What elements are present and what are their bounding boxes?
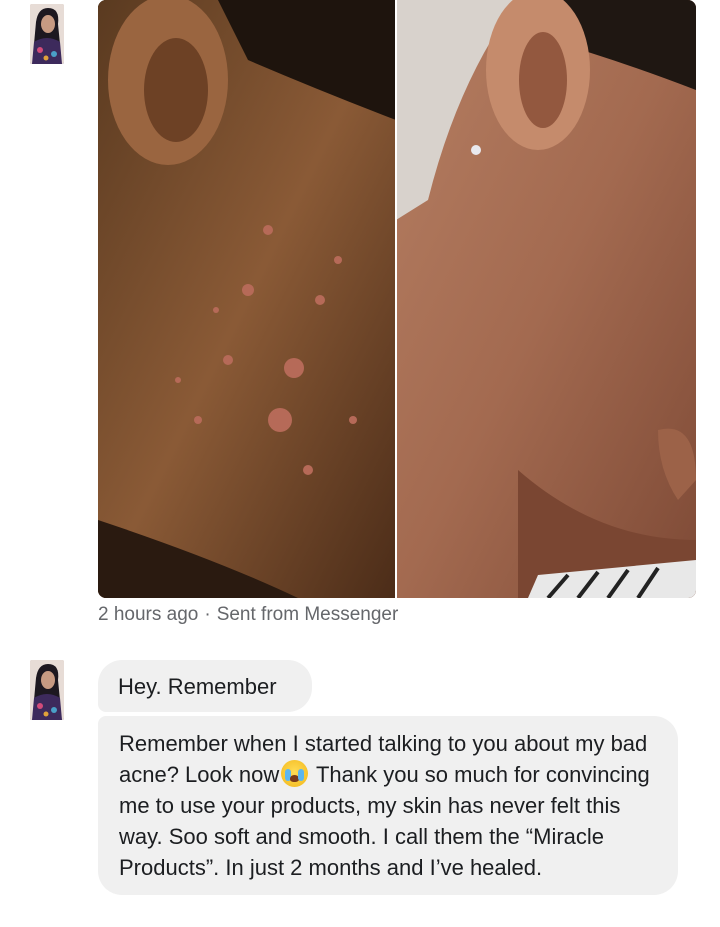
before-after-photo[interactable] (98, 0, 696, 598)
avatar-photo-icon (30, 4, 64, 64)
message-source: Sent from Messenger (216, 604, 399, 625)
message-bubble[interactable]: Remember when I started talking to you a… (98, 716, 678, 895)
message-text: Hey. Remember (118, 674, 277, 699)
message-bubble[interactable]: Hey. Remember (98, 660, 312, 712)
sender-avatar[interactable] (30, 4, 64, 64)
crying-face-icon (281, 760, 309, 787)
before-after-image (98, 0, 696, 598)
timestamp[interactable]: 2 hours ago (98, 604, 198, 626)
message-meta: 2 hours ago · Sent from Messenger (98, 604, 398, 626)
meta-separator: · (204, 604, 211, 625)
avatar-photo-icon (30, 660, 64, 720)
sender-avatar[interactable] (30, 660, 64, 720)
